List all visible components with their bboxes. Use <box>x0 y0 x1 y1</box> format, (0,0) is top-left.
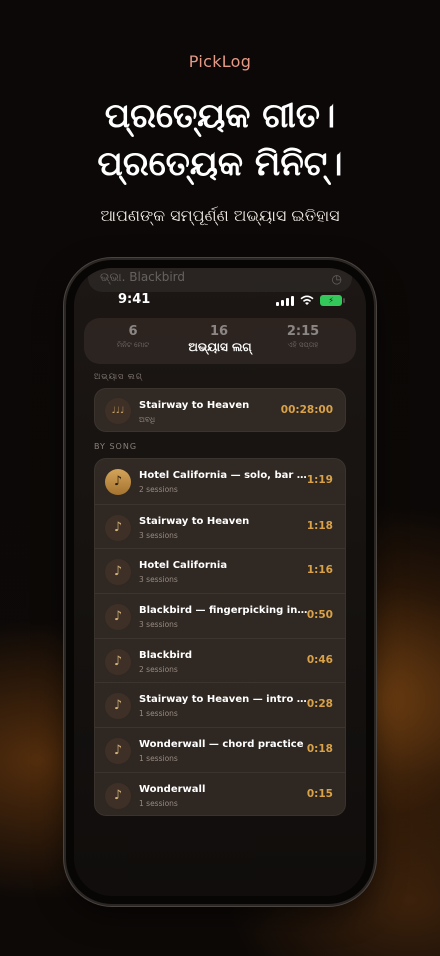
song-row[interactable]: ♪ Hotel California 3 sessions 1:16 <box>95 548 345 593</box>
headline-line-2: ପ୍ରତ୍ୟେକ ମିନିଟ୍। <box>97 144 343 184</box>
song-row[interactable]: ♪ Wonderwall — chord practice 1 sessions… <box>95 727 345 772</box>
music-note-icon: ♪ <box>105 604 131 631</box>
song-title: Blackbird — fingerpicking intro <box>139 605 311 617</box>
song-row[interactable]: ♪ Blackbird 2 sessions 0:46 <box>95 637 345 683</box>
song-row[interactable]: ♪ Stairway to Heaven — intro arpeg... 1 … <box>95 682 345 727</box>
metronome-icon: ♩♩♩ <box>105 398 131 424</box>
music-note-icon: ♪ <box>105 782 131 809</box>
song-time: 1:16 <box>306 564 333 577</box>
song-sessions: 3 sessions <box>139 530 178 540</box>
practice-log-card[interactable]: ♩♩♩ Stairway to Heaven ଅବଧି 00:28:00 <box>94 388 346 432</box>
status-icons: ⚡ <box>276 295 345 306</box>
music-note-icon: ♪ <box>105 514 131 541</box>
phone-mockup: ଭ୍ଭା. Blackbird ◷ 9:41 ⚡ 6 ମିନିଟ ମୋଟ 16 … <box>66 260 374 904</box>
music-note-icon: ♪ <box>105 738 131 765</box>
by-song-section-label: BY SONG <box>94 442 138 451</box>
song-time: 0:50 <box>306 609 333 622</box>
song-row[interactable]: ♪ Wonderwall 1 sessions 0:15 <box>95 771 345 817</box>
song-sessions: 3 sessions <box>139 575 178 585</box>
song-time: 0:15 <box>306 787 333 800</box>
music-note-icon: ♪ <box>105 693 131 720</box>
song-title: Stairway to Heaven — intro arpeg... <box>139 694 311 706</box>
timer-icon: ◷ <box>331 272 342 286</box>
song-row[interactable]: ♪ Blackbird — fingerpicking intro 3 sess… <box>95 593 345 638</box>
headline: ପ୍ରତ୍ୟେକ ଗୀତ। ପ୍ରତ୍ୟେକ ମିନିଟ୍। <box>0 92 440 188</box>
log-entry-subtitle: ଅବଧି <box>139 415 156 424</box>
song-time: 0:28 <box>306 698 333 711</box>
faded-previous-header: ଭ୍ଭା. Blackbird ◷ <box>88 268 352 292</box>
wifi-icon <box>300 295 314 305</box>
song-title: Wonderwall <box>139 783 206 795</box>
song-sessions: 1 sessions <box>139 709 178 719</box>
stat-value: 16 <box>209 324 229 339</box>
song-row[interactable]: ♪ Hotel California — solo, bar 1-16 2 se… <box>95 459 345 504</box>
song-title: Hotel California — solo, bar 1-16 <box>139 470 311 481</box>
song-time: 0:46 <box>306 653 333 666</box>
song-sessions: 2 sessions <box>139 664 178 674</box>
song-sessions: 3 sessions <box>139 620 178 630</box>
song-title: Hotel California <box>139 560 228 572</box>
song-sessions: 2 sessions <box>139 485 178 494</box>
song-sessions: 1 sessions <box>139 754 178 764</box>
song-title: Wonderwall — chord practice <box>139 739 304 751</box>
status-bar: 9:41 ⚡ <box>74 292 366 312</box>
music-note-icon: ♪ <box>105 559 131 586</box>
faded-header-text: ଭ୍ଭା. Blackbird <box>100 270 186 284</box>
stat-sessions: 16 <box>184 324 254 339</box>
music-note-icon: ♪ <box>105 469 131 495</box>
battery-charging-icon: ⚡ <box>320 295 345 306</box>
log-entry-title: Stairway to Heaven <box>139 400 250 411</box>
log-entry-duration: 00:28:00 <box>280 404 333 416</box>
nav-title: ଅଭ୍ୟାସ ଲଗ୍ <box>188 340 252 354</box>
app-name: PickLog <box>188 52 252 71</box>
song-title: Blackbird <box>139 649 193 661</box>
stat-value: 2:15 <box>286 324 320 339</box>
song-list-card: ♪ Hotel California — solo, bar 1-16 2 se… <box>94 458 346 816</box>
song-time: 0:18 <box>306 743 333 756</box>
stat-value: 6 <box>128 324 138 339</box>
song-row[interactable]: ♪ Stairway to Heaven 3 sessions 1:18 <box>95 503 345 549</box>
practice-log-entry[interactable]: ♩♩♩ Stairway to Heaven ଅବଧି 00:28:00 <box>95 389 345 433</box>
song-time: 1:19 <box>306 474 333 486</box>
cellular-signal-icon <box>276 295 294 306</box>
music-note-icon: ♪ <box>105 648 131 675</box>
status-time: 9:41 <box>118 292 151 307</box>
song-sessions: 1 sessions <box>139 798 178 808</box>
practice-log-section-label: ଅଭ୍ୟାସ ଲଗ୍ <box>94 372 143 381</box>
song-title: Stairway to Heaven <box>139 515 250 527</box>
subheadline: ଆପଣଙ୍କ ସମ୍ପୂର୍ଣ୍ଣ ଅଭ୍ୟାସ ଇତିହାସ <box>100 206 340 225</box>
headline-line-1: ପ୍ରତ୍ୟେକ ଗୀତ। <box>104 96 336 136</box>
phone-screen: ଭ୍ଭା. Blackbird ◷ 9:41 ⚡ 6 ମିନିଟ ମୋଟ 16 … <box>74 268 366 896</box>
song-time: 1:18 <box>306 519 333 532</box>
